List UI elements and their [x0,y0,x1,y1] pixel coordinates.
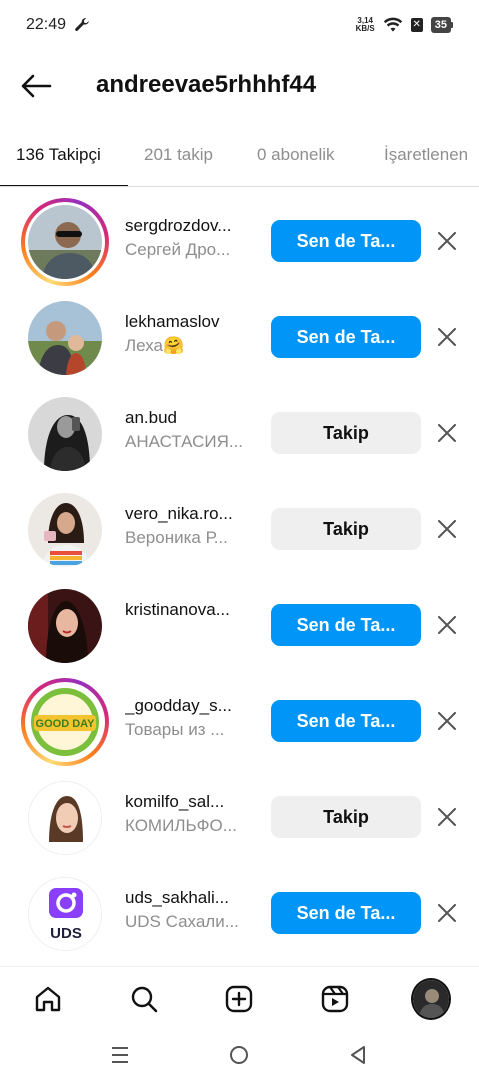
username[interactable]: kristinanova... [125,600,260,620]
remove-follower-button[interactable] [435,805,459,829]
battery-indicator: 35 [430,17,453,33]
arrow-left-icon [21,74,52,98]
close-icon [438,712,456,730]
network-speed: 3,14 KB/S [355,16,375,33]
active-tab-indicator [0,185,128,186]
username[interactable]: vero_nika.ro... [125,504,260,524]
username[interactable]: komilfo_sal... [125,792,260,812]
avatar[interactable] [28,589,102,663]
remove-follower-button[interactable] [435,901,459,925]
list-item[interactable]: komilfo_sal... КОМИЛЬФО... Takip [0,770,479,866]
no-sim-icon: ✕ [410,18,423,32]
circle-icon [230,1046,248,1064]
follow-back-button[interactable]: Sen de Ta... [271,604,421,646]
header: andreevae5rhhhf44 [0,55,479,117]
list-item[interactable]: sergdrozdov... Сергей Дро... Sen de Ta..… [0,194,479,290]
username[interactable]: sergdrozdov... [125,216,260,236]
avatar[interactable] [28,301,102,375]
home-icon [35,986,61,1012]
list-item[interactable]: GOOD DAY _goodday_s... Товары из ... Sen… [0,674,479,770]
nav-search[interactable] [126,981,162,1017]
remove-follower-button[interactable] [435,325,459,349]
home-button[interactable] [227,1043,251,1067]
story-ring[interactable] [21,198,109,286]
status-bar: 22:49 3,14 KB/S ✕ 35 [0,0,479,50]
search-icon [131,986,158,1013]
list-item[interactable]: vero_nika.ro... Вероника Р... Takip [0,482,479,578]
plus-square-icon [225,985,253,1013]
avatar[interactable] [28,781,102,855]
triangle-back-icon [351,1046,365,1064]
username[interactable]: an.bud [125,408,260,428]
remove-follower-button[interactable] [435,421,459,445]
tab-subscriptions[interactable]: 0 abonelik [257,145,335,165]
username[interactable]: _goodday_s... [125,696,260,716]
close-icon [438,616,456,634]
remove-follower-button[interactable] [435,517,459,541]
reels-icon [321,985,349,1013]
full-name: UDS Сахали... [125,912,239,931]
goodday-logo-text: GOOD DAY [36,718,96,730]
full-name: Леха🤗 [125,336,185,355]
remove-follower-button[interactable] [435,613,459,637]
back-button[interactable] [18,69,54,103]
list-item[interactable]: UDS uds_sakhali... UDS Сахали... Sen de … [0,866,479,962]
wrench-icon [75,18,89,31]
tab-tagged[interactable]: İşaretlenen [384,145,468,165]
follow-back-button[interactable]: Sen de Ta... [271,892,421,934]
follow-back-button[interactable]: Sen de Ta... [271,700,421,742]
tab-followers[interactable]: 136 Takipçi [16,145,101,165]
menu-icon [112,1047,128,1063]
follow-button[interactable]: Takip [271,412,421,454]
avatar[interactable] [28,397,102,471]
status-time: 22:49 [26,16,67,33]
username[interactable]: uds_sakhali... [125,888,260,908]
remove-follower-button[interactable] [435,229,459,253]
story-ring[interactable]: GOOD DAY [21,678,109,766]
nav-profile[interactable] [411,978,451,1020]
list-item[interactable]: lekhamaslov Леха🤗 Sen de Ta... [0,290,479,386]
avatar[interactable] [28,493,102,567]
follow-button[interactable]: Takip [271,796,421,838]
tab-following[interactable]: 201 takip [144,145,213,165]
close-icon [438,520,456,538]
system-navigation-bar [0,1030,479,1080]
full-name: Товары из ... [125,720,225,739]
back-nav-button[interactable] [346,1043,370,1067]
full-name: КОМИЛЬФО... [125,816,237,835]
tab-bar: 136 Takipçi 201 takip 0 abonelik İşaretl… [0,130,479,187]
recent-apps-button[interactable] [108,1043,132,1067]
follow-back-button[interactable]: Sen de Ta... [271,316,421,358]
list-item[interactable]: an.bud АНАСТАСИЯ... Takip [0,386,479,482]
close-icon [438,904,456,922]
avatar[interactable]: UDS [28,877,102,951]
nav-reels[interactable] [317,981,353,1017]
username[interactable]: lekhamaslov [125,312,260,332]
close-icon [438,328,456,346]
close-icon [438,232,456,250]
avatar [28,205,102,279]
full-name: Вероника Р... [125,528,228,547]
nav-home[interactable] [30,981,66,1017]
list-item[interactable]: kristinanova... Sen de Ta... [0,578,479,674]
close-icon [438,424,456,442]
uds-logo-text: UDS [50,925,82,942]
follow-back-button[interactable]: Sen de Ta... [271,220,421,262]
close-icon [438,808,456,826]
bottom-navigation [0,966,479,1031]
avatar: GOOD DAY [28,685,102,759]
avatar [411,978,451,1020]
page-title: andreevae5rhhhf44 [96,71,317,98]
wifi-icon [383,17,402,32]
follow-button[interactable]: Takip [271,508,421,550]
full-name: АНАСТАСИЯ... [125,432,244,451]
nav-create[interactable] [221,981,257,1017]
full-name: Сергей Дро... [125,240,231,259]
remove-follower-button[interactable] [435,709,459,733]
